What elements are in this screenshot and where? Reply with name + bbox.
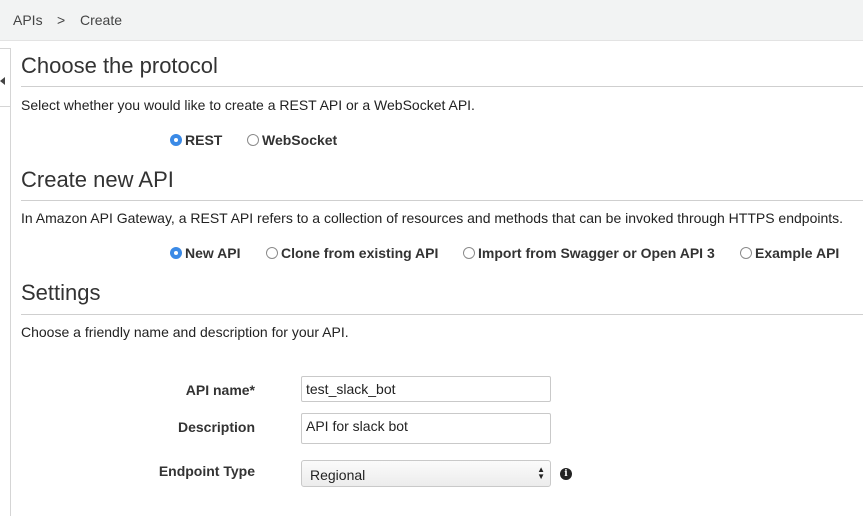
- api-name-input[interactable]: [301, 376, 551, 402]
- radio-import-swagger-label: Import from Swagger or Open API 3: [478, 245, 715, 261]
- breadcrumb-bar: APIs > Create: [0, 0, 863, 41]
- divider: [21, 86, 863, 87]
- protocol-description: Select whether you would like to create …: [21, 97, 475, 113]
- radio-clone-api[interactable]: Clone from existing API: [266, 245, 438, 261]
- breadcrumb-separator: >: [57, 12, 66, 28]
- divider: [21, 200, 863, 201]
- radio-websocket[interactable]: WebSocket: [247, 132, 337, 148]
- radio-clone-api-label: Clone from existing API: [281, 245, 439, 261]
- radio-unchecked-icon: [266, 247, 278, 259]
- settings-heading: Settings: [21, 280, 101, 305]
- breadcrumb-apis-link[interactable]: APIs: [13, 12, 43, 28]
- radio-checked-icon: [170, 134, 182, 146]
- info-icon[interactable]: i: [560, 468, 572, 480]
- radio-example-api[interactable]: Example API: [740, 245, 839, 261]
- endpoint-type-select[interactable]: Regional ▲ ▼: [301, 460, 551, 487]
- create-api-heading: Create new API: [21, 167, 174, 192]
- select-arrows-icon: ▲ ▼: [537, 465, 545, 481]
- breadcrumb-current: Create: [80, 12, 123, 28]
- radio-unchecked-icon: [247, 134, 259, 146]
- gutter-tick: [0, 48, 10, 49]
- side-panel-divider: [10, 48, 11, 516]
- gutter-tick: [0, 106, 10, 107]
- collapse-panel-icon[interactable]: [0, 77, 5, 85]
- endpoint-type-value: Regional: [310, 467, 366, 483]
- radio-new-api-label: New API: [185, 245, 241, 261]
- radio-example-api-label: Example API: [755, 245, 840, 261]
- endpoint-type-label: Endpoint Type: [158, 463, 255, 479]
- radio-checked-icon: [170, 247, 182, 259]
- divider: [21, 314, 863, 315]
- protocol-heading: Choose the protocol: [21, 53, 218, 78]
- radio-import-swagger[interactable]: Import from Swagger or Open API 3: [463, 245, 715, 261]
- settings-description: Choose a friendly name and description f…: [21, 324, 349, 340]
- radio-websocket-label: WebSocket: [262, 132, 338, 148]
- description-label: Description: [177, 419, 255, 435]
- api-name-label: API name*: [185, 382, 255, 398]
- radio-rest[interactable]: REST: [170, 132, 222, 148]
- create-api-description: In Amazon API Gateway, a REST API refers…: [21, 210, 844, 226]
- radio-unchecked-icon: [463, 247, 475, 259]
- radio-unchecked-icon: [740, 247, 752, 259]
- radio-new-api[interactable]: New API: [170, 245, 241, 261]
- radio-rest-label: REST: [185, 132, 223, 148]
- description-textarea[interactable]: API for slack bot: [301, 413, 551, 444]
